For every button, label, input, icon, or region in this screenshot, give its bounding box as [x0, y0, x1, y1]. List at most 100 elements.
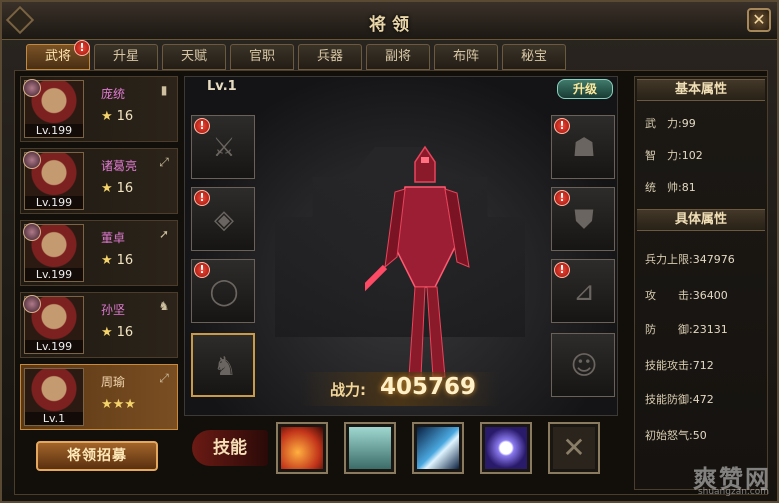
attr-value: 50: [692, 429, 707, 442]
attr-key: 攻 击:: [645, 289, 693, 302]
equip-slot-mount[interactable]: ♞: [191, 333, 255, 397]
hero-name: 周瑜: [101, 375, 126, 389]
hero-portrait: Lv.199: [23, 79, 84, 138]
attr-row: 统 帅:81: [645, 179, 696, 195]
tab-bingqi[interactable]: 兵器: [298, 44, 362, 70]
bow-icon: ⤢: [159, 155, 169, 169]
star-count: 16: [116, 253, 134, 268]
horse-icon: ♞: [158, 299, 170, 313]
star-icon: ★: [101, 181, 113, 196]
attr-key: 兵力上限:: [645, 253, 693, 266]
hero-card[interactable]: Lv.199 董卓 ★ 16 ➚: [20, 220, 178, 286]
hero-name: 董卓: [101, 231, 126, 245]
sword-icon: ⚔: [212, 133, 236, 163]
hero-level: Lv.199: [25, 124, 83, 137]
tab-shengxing[interactable]: 升星: [94, 44, 158, 70]
tab-fujiang[interactable]: 副将: [366, 44, 430, 70]
skill-slot[interactable]: [480, 422, 532, 474]
power-value: 405769: [380, 374, 477, 400]
equip-slot-boots[interactable]: ⊿ !: [551, 259, 615, 323]
hero-portrait: Lv.199: [23, 151, 84, 210]
bow-icon: ⤢: [159, 371, 169, 385]
horse-icon: ♞: [213, 352, 237, 382]
attr-row: 防 御:23131: [645, 321, 728, 337]
fire-meteor-icon: [281, 427, 323, 469]
rank-badge-icon: [23, 223, 41, 241]
attr-value: 712: [692, 359, 714, 372]
skill-slot[interactable]: ✕: [548, 422, 600, 474]
hero-armor-figure: [365, 145, 470, 378]
upgrade-button[interactable]: 升级: [557, 79, 613, 99]
ice-blade-icon: [417, 427, 459, 469]
attr-row: 兵力上限:347976: [645, 251, 735, 267]
equip-slot-weapon[interactable]: ⚔ !: [191, 115, 255, 179]
hero-roster: Lv.199 庞统 ★ 16 ▮ Lv.199 诸葛亮 ★ 16 ⤢ Lv.199 …: [20, 76, 178, 436]
detail-attributes-header: 具体属性: [637, 209, 765, 231]
alert-icon: !: [194, 118, 210, 134]
attr-key: 防 御:: [645, 323, 693, 336]
equip-slot-helmet[interactable]: ☗ !: [551, 115, 615, 179]
watermark-url: shuangzan.com: [697, 487, 769, 497]
attr-key: 技能防御:: [645, 393, 693, 406]
hero-stars: ★ 16: [101, 181, 133, 196]
attr-key: 初始怒气:: [645, 429, 693, 442]
hero-card[interactable]: Lv.199 诸葛亮 ★ 16 ⤢: [20, 148, 178, 214]
attribute-panel: 基本属性 武 力:99 智 力:102 统 帅:81 具体属性 兵力上限:347…: [634, 76, 768, 490]
hero-card[interactable]: Lv.199 庞统 ★ 16 ▮: [20, 76, 178, 142]
hero-level: Lv.199: [25, 340, 83, 353]
star-count: 16: [116, 181, 134, 196]
equip-slot-amulet[interactable]: ◈ !: [191, 187, 255, 251]
attr-row: 攻 击:36400: [645, 287, 728, 303]
tab-buzhen[interactable]: 布阵: [434, 44, 498, 70]
stage-level: Lv.1: [207, 79, 237, 94]
ring-icon: ◯: [209, 277, 239, 307]
attr-value: 102: [681, 149, 703, 162]
armor-icon: ⛊: [574, 205, 594, 235]
tab-tianfu[interactable]: 天赋: [162, 44, 226, 70]
tab-mibao[interactable]: 秘宝: [502, 44, 566, 70]
star-icon: ★: [101, 325, 113, 340]
attr-key: 智 力:: [645, 149, 682, 162]
equip-slot-armor[interactable]: ⛊ !: [551, 187, 615, 251]
attr-value: 99: [681, 117, 696, 130]
rank-badge-icon: [23, 79, 41, 97]
lightning-orb-icon: [485, 427, 527, 469]
alert-icon: !: [554, 118, 570, 134]
tab-guanzhi[interactable]: 官职: [230, 44, 294, 70]
alert-icon: !: [554, 262, 570, 278]
skill-slot[interactable]: [412, 422, 464, 474]
window-title: 将领: [369, 15, 415, 35]
hero-card-selected[interactable]: Lv.1 周瑜 ★★★ ⤢: [20, 364, 178, 430]
equip-slot-ring[interactable]: ◯ !: [191, 259, 255, 323]
attr-value: 23131: [692, 323, 728, 336]
close-button[interactable]: ✕: [747, 8, 771, 32]
combat-power-bar: 战力: 405769: [300, 372, 500, 406]
hero-level: Lv.1: [25, 412, 83, 425]
equip-slot-consort[interactable]: ☺: [551, 333, 615, 397]
attr-row: 初始怒气:50: [645, 427, 707, 443]
star-icon: ★: [101, 109, 113, 124]
attr-row: 技能攻击:712: [645, 357, 714, 373]
skill-slot[interactable]: [344, 422, 396, 474]
hero-card[interactable]: Lv.199 孙坚 ★ 16 ♞: [20, 292, 178, 358]
attr-value: 347976: [692, 253, 735, 266]
rank-badge-icon: [23, 295, 41, 313]
hero-name: 庞统: [101, 87, 126, 101]
attr-row: 技能防御:472: [645, 391, 714, 407]
skill-slot[interactable]: [276, 422, 328, 474]
hero-stars: ★ 16: [101, 325, 133, 340]
spear-icon: ➚: [158, 227, 170, 241]
attr-value: 81: [681, 181, 696, 194]
star-icon: ★: [101, 253, 113, 268]
hero-name: 诸葛亮: [101, 159, 138, 173]
basic-attributes-header: 基本属性: [637, 79, 765, 101]
helmet-icon: ☗: [572, 133, 596, 163]
hero-level: Lv.199: [25, 196, 83, 209]
boots-icon: ⊿: [573, 277, 595, 307]
attr-value: 36400: [692, 289, 728, 302]
recruit-button[interactable]: 将领招募: [36, 441, 158, 471]
skills-label: 技能: [192, 430, 268, 466]
site-watermark: 爽赞网 shuangzan.com: [661, 459, 771, 499]
attr-key: 武 力:: [645, 117, 682, 130]
attr-row: 武 力:99: [645, 115, 696, 131]
